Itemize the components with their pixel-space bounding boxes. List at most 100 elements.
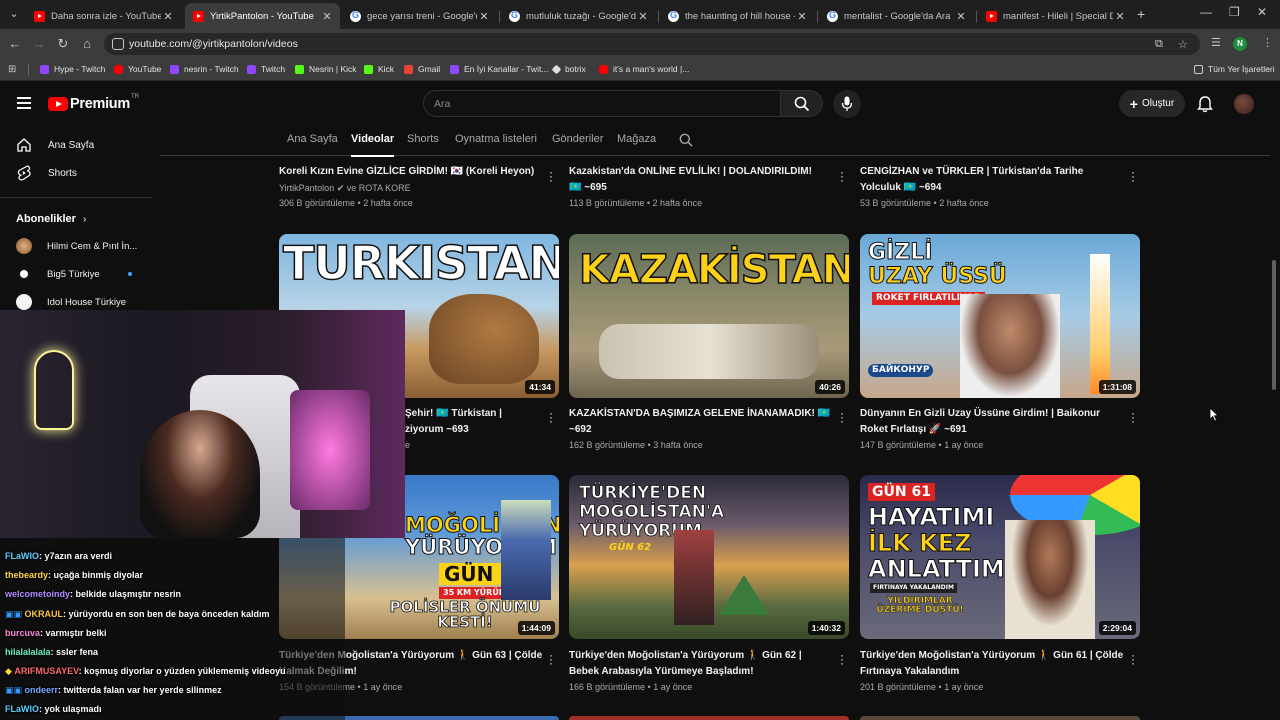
site-info-icon[interactable] [112,38,124,50]
forward-arrow-icon[interactable]: → [31,36,47,51]
youtube-favicon-icon [986,10,997,22]
hamburger-menu-icon[interactable] [17,97,31,109]
tab-store[interactable]: Mağaza [617,133,656,145]
video-thumbnail-partial[interactable] [860,716,1140,720]
browser-menu-icon[interactable]: ⋮ [1262,36,1273,49]
back-arrow-icon[interactable]: ← [7,36,23,51]
home-icon[interactable]: ⌂ [79,36,95,51]
video-meta: 201 B görüntüleme • 1 ay önce [860,682,984,692]
bookmark-item[interactable]: Kick [364,64,394,74]
close-tab-icon[interactable]: ✕ [161,10,175,23]
bookmark-item[interactable]: Nesrin | Kick [295,64,357,74]
account-avatar[interactable] [1234,94,1254,114]
bookmark-item[interactable]: Twitch [247,64,285,74]
video-thumbnail[interactable]: GİZLİ UZAY ÜSSÜ ROKET FIRLATILIYOR БАЙКО… [860,234,1140,398]
video-thumbnail[interactable]: KAZAKİSTAN 40:26 [569,234,849,398]
close-tab-icon[interactable]: ✕ [320,10,334,23]
browser-tab[interactable]: the haunting of hill house - Goo ✕ [660,3,815,29]
sidebar-subscription[interactable]: Big5 Türkiye [0,261,154,287]
video-thumbnail[interactable]: TÜRKİYE'DEN MOĞOLİSTAN'A YÜRÜYORUM GÜN 6… [569,475,849,639]
new-tab-icon[interactable]: + [1137,6,1145,22]
close-tab-icon[interactable]: ✕ [477,10,491,23]
bookmark-star-icon[interactable]: ☆ [1178,38,1188,51]
video-thumbnail[interactable]: GÜN 61 HAYATIMI İLK KEZ ANLATTIM! FIRTIN… [860,475,1140,639]
home-icon [17,138,31,152]
thumbnail-text: GÜN 62 [609,542,652,553]
tab-playlists[interactable]: Oynatma listeleri [455,133,537,145]
youtube-premium-logo[interactable]: Premium TR [48,94,139,112]
video-title[interactable]: Koreli Kızın Evine GİZLİCE GİRDİM! 🇰🇷 (K… [279,164,539,180]
google-favicon-icon [350,10,361,22]
reading-list-icon[interactable]: ☰ [1211,36,1221,49]
sidebar-subscription[interactable]: Hilmi Cem & Pınl İn... [0,233,154,259]
video-title[interactable]: Kazakistan'da ONLİNE EVLİLİK! | DOLANDIR… [569,164,824,196]
sidebar-item-shorts[interactable]: Shorts [0,159,154,187]
tab-home[interactable]: Ana Sayfa [287,133,338,145]
close-window-icon[interactable]: ✕ [1257,5,1267,19]
close-tab-icon[interactable]: ✕ [1113,10,1127,23]
more-options-icon[interactable]: · · · [839,649,845,669]
tab-posts[interactable]: Gönderiler [552,133,603,145]
browser-tab[interactable]: mutluluk tuzağı - Google'da Ara ✕ [501,3,656,29]
close-tab-icon[interactable]: ✕ [636,10,650,23]
search-button[interactable] [781,90,823,117]
video-title[interactable]: Dünyanın En Gizli Uzay Üssüne Girdim! | … [860,406,1125,438]
more-options-icon[interactable]: · · · [839,407,845,427]
notifications-bell-icon[interactable] [1196,95,1214,113]
minimize-icon[interactable]: — [1200,5,1212,19]
apps-grid-icon[interactable]: ⊞ [8,64,16,75]
more-options-icon[interactable]: · · · [548,649,554,669]
subscriptions-heading[interactable]: Abonelikler › [16,213,86,225]
browser-tab[interactable]: gece yarısı treni - Google'da Ara ✕ [342,3,497,29]
voice-search-button[interactable] [833,90,861,118]
video-title[interactable]: Şehir! 🇰🇿 Türkistan | [405,406,540,422]
more-options-icon[interactable]: · · · [839,166,845,186]
bookmark-item[interactable]: nesrin - Twitch [170,64,239,74]
sidebar-item-home[interactable]: Ana Sayfa [0,131,154,159]
more-options-icon[interactable]: · · · [1130,166,1136,186]
video-channel[interactable]: YirtikPantolon ✔ ve ROTA KORE [279,181,411,195]
more-options-icon[interactable]: · · · [1130,407,1136,427]
video-title[interactable]: CENGİZHAN ve TÜRKLER | Türkistan'da Tari… [860,164,1125,196]
reload-icon[interactable]: ↻ [55,36,71,52]
channel-avatar [16,294,32,310]
close-tab-icon[interactable]: ✕ [954,10,968,23]
stream-chat-overlay: · · · FLaWIO: y7azın ara verdi thebeardy… [0,538,345,720]
bookmark-item[interactable]: YouTube [114,64,161,74]
shorts-icon [17,165,31,181]
browser-tab[interactable]: mentalist - Google'da Ara ✕ [819,3,974,29]
bookmark-item[interactable]: Gmail [404,64,440,74]
bookmark-item[interactable]: botrix [551,64,586,74]
cast-icon[interactable]: ⧉ [1155,38,1163,51]
channel-search-icon[interactable] [679,133,693,147]
video-title[interactable]: KAZAKİSTAN'DA BAŞIMIZA GELENE İNANAMADIK… [569,406,834,438]
all-bookmarks-folder[interactable]: Tüm Yer İşaretleri [1194,64,1275,74]
more-options-icon[interactable]: · · · [1130,649,1136,669]
video-title[interactable]: ziyorum ~693 [405,422,540,438]
bookmark-item[interactable]: it's a man's world |... [599,64,689,74]
browser-tab-active[interactable]: YirtikPantolon - YouTube ✕ [185,3,340,29]
badge-icon: ◆ [5,666,15,676]
gmail-icon [404,64,413,74]
close-tab-icon[interactable]: ✕ [795,10,809,23]
create-button[interactable]: + Oluştur [1119,90,1185,117]
tab-title: manifest - Hileli | Special Dance [1003,10,1113,22]
page-scrollbar[interactable] [1272,260,1276,390]
google-favicon-icon [509,10,520,22]
profile-avatar[interactable]: N [1233,37,1247,51]
more-options-icon[interactable]: · · · [548,407,554,427]
search-input[interactable] [434,98,734,110]
address-bar[interactable]: youtube.com/@yirtikpantolon/videos ⧉ ☆ [104,33,1200,55]
browser-tab[interactable]: manifest - Hileli | Special Dance ✕ [978,3,1133,29]
restore-icon[interactable]: ❐ [1229,5,1240,19]
bookmark-item[interactable]: Hype - Twitch [40,64,105,74]
browser-tab[interactable]: Daha sonra izle - YouTube ✕ [26,3,181,29]
bookmark-item[interactable]: En İyi Kanallar - Twit... [450,64,548,74]
more-options-icon[interactable]: · · · [548,166,554,186]
tab-videos[interactable]: Videolar [351,133,395,157]
video-title[interactable]: Türkiye'den Moğolistan'a Yürüyorum 🚶 Gün… [569,648,834,680]
tab-search-icon[interactable]: ⌄ [6,6,22,22]
video-title[interactable]: Türkiye'den Moğolistan'a Yürüyorum 🚶 Gün… [860,648,1125,680]
tab-shorts[interactable]: Shorts [407,133,439,145]
video-thumbnail-partial[interactable] [569,716,849,720]
